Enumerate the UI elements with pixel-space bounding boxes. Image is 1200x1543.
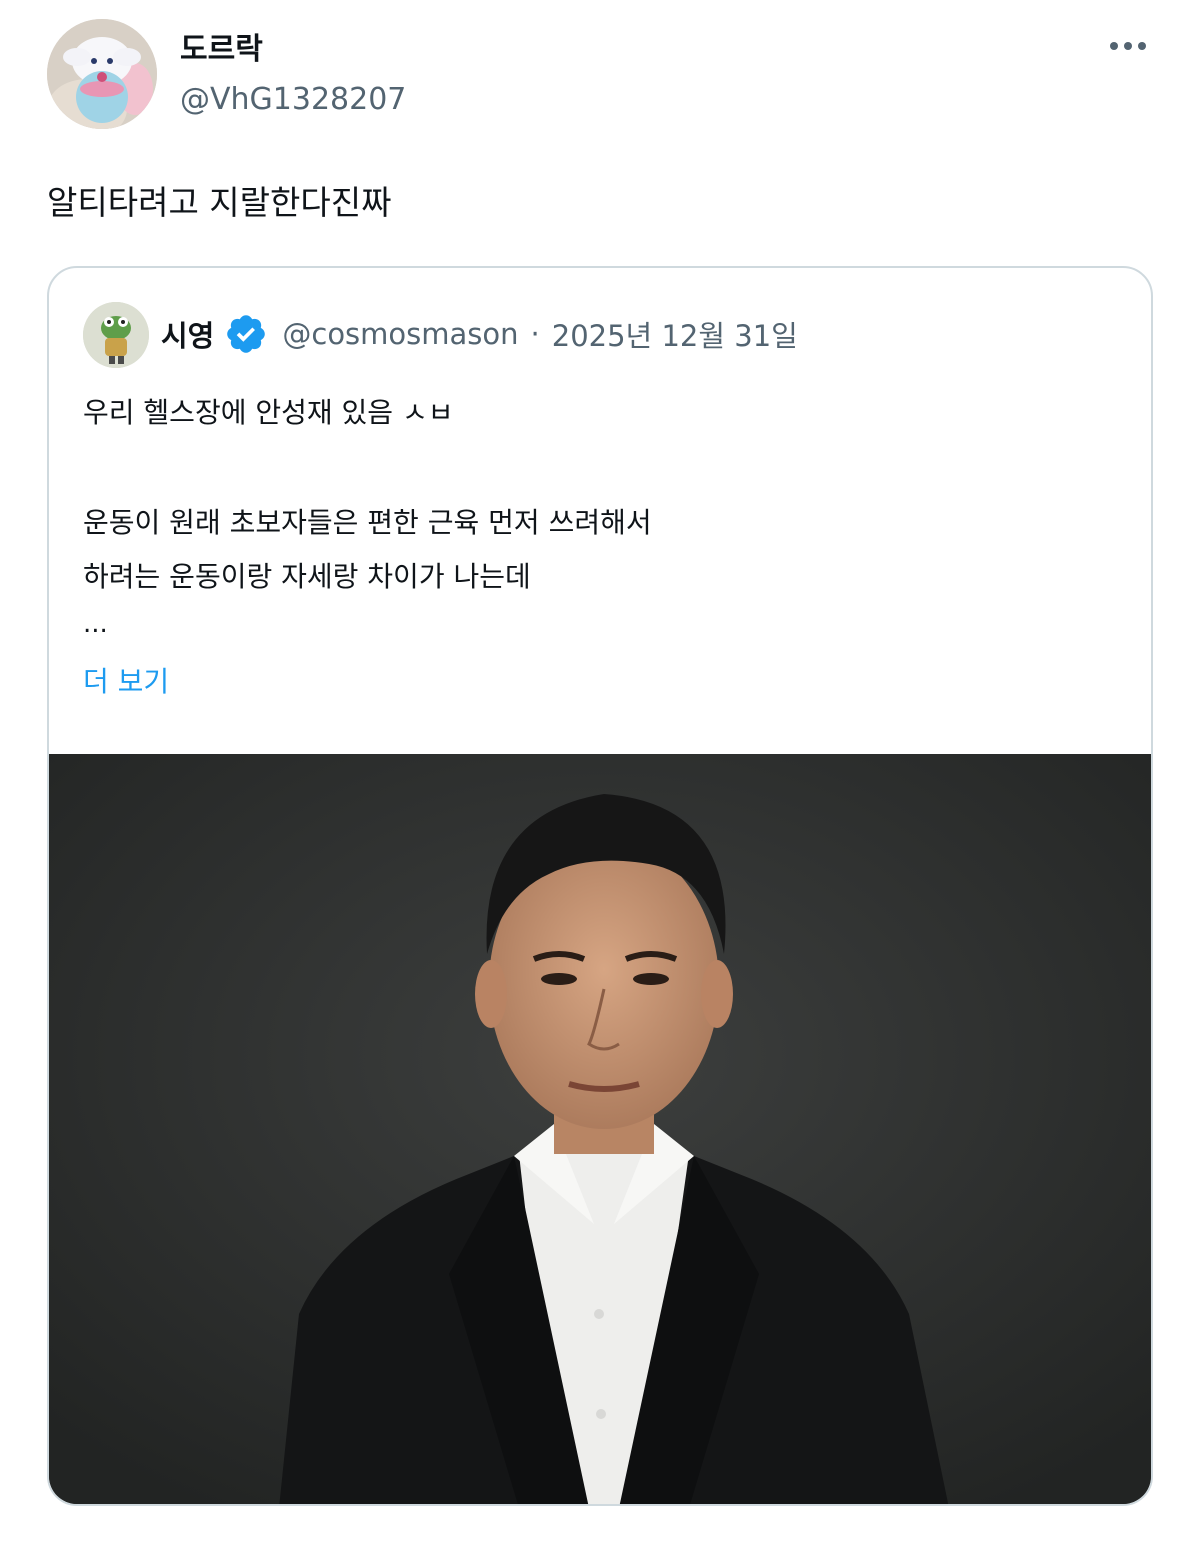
quoted-tweet-card[interactable]: 시영 @cosmosmason · 2025년 12월 31일 우리 헬스장에 … [47,266,1153,1506]
quoted-blank-line [83,440,1123,496]
quoted-text-line: 우리 헬스장에 안성재 있음 ㅅㅂ [83,396,454,429]
verified-badge-icon [227,315,266,353]
quoted-author-handle[interactable]: @cosmosmason [282,317,518,351]
quoted-body: 우리 헬스장에 안성재 있음 ㅅㅂ 운동이 원래 초보자들은 편한 근육 먼저 … [83,386,1123,700]
quoted-ellipsis: ... [83,609,108,639]
author-handle[interactable]: @VhG1328207 [180,82,406,117]
quoted-text-line: 운동이 원래 초보자들은 편한 근육 먼저 쓰려해서 [83,506,652,539]
quoted-date[interactable]: 2025년 12월 31일 [552,313,798,355]
author-display-name[interactable]: 도르락 [180,24,263,68]
quoted-author-display-name[interactable]: 시영 [161,313,214,355]
more-dot-icon [1124,42,1132,50]
quoted-header: 시영 @cosmosmason · 2025년 12월 31일 [161,312,798,356]
author-avatar[interactable] [47,19,157,129]
more-options-button[interactable] [1100,30,1156,62]
more-dot-icon [1110,42,1118,50]
quoted-author-avatar[interactable] [83,302,149,368]
tweet-detail: 도르락 @VhG1328207 알티타려고 지랄한다진짜 시영 @cosmosm… [0,0,1200,1543]
tweet-text: 알티타려고 지랄한다진짜 [47,183,392,222]
quoted-text-line: 하려는 운동이랑 자세랑 차이가 나는데 [83,560,531,593]
show-more-link[interactable]: 더 보기 [83,660,1123,700]
quoted-media-image[interactable] [49,754,1151,1504]
more-dot-icon [1138,42,1146,50]
separator-dot: · [530,317,540,351]
